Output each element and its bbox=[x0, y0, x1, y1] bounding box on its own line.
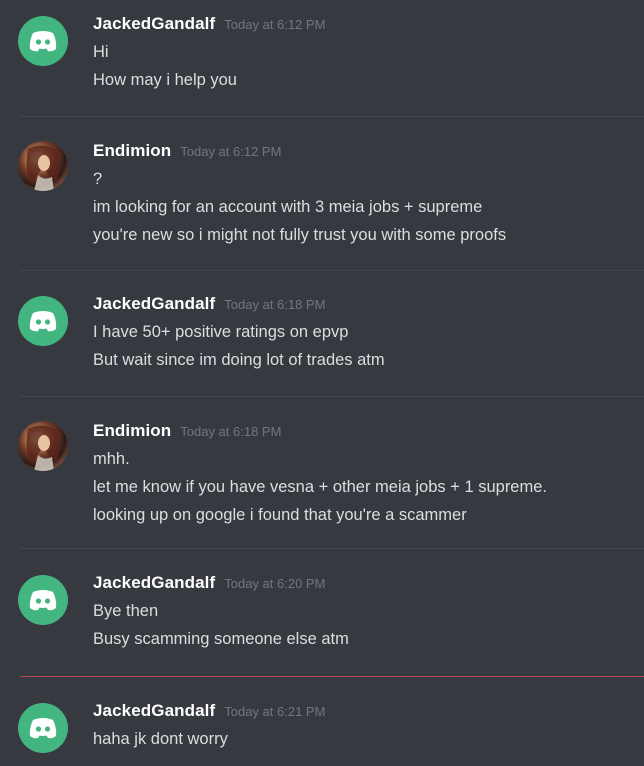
message-text: you're new so i might not fully trust yo… bbox=[93, 226, 507, 244]
discord-logo-icon bbox=[29, 590, 57, 611]
timestamp: Today at 6:21 PM bbox=[224, 704, 326, 719]
message-text: I have 50+ positive ratings on epvp bbox=[93, 323, 349, 341]
avatar[interactable] bbox=[18, 16, 68, 66]
discord-logo-icon bbox=[29, 311, 57, 332]
user-avatar-icon bbox=[26, 425, 60, 471]
message-header: JackedGandalf Today at 6:12 PM bbox=[93, 14, 634, 38]
message-divider bbox=[20, 270, 644, 271]
message-group: JackedGandalf Today at 6:20 PM Bye then … bbox=[0, 573, 644, 653]
avatar[interactable] bbox=[18, 421, 68, 471]
message-header: JackedGandalf Today at 6:21 PM bbox=[93, 701, 634, 725]
message-text: ? bbox=[93, 170, 103, 188]
message-text: But wait since im doing lot of trades at… bbox=[93, 351, 385, 369]
message-header: Endimion Today at 6:12 PM bbox=[93, 141, 634, 165]
message-text: How may i help you bbox=[93, 71, 237, 89]
message-text: haha jk dont worry bbox=[93, 730, 228, 748]
message-text: Hi bbox=[93, 43, 109, 61]
author-name[interactable]: Endimion bbox=[93, 421, 171, 441]
avatar[interactable] bbox=[18, 703, 68, 753]
message-group: JackedGandalf Today at 6:21 PM haha jk d… bbox=[0, 701, 644, 753]
timestamp: Today at 6:12 PM bbox=[180, 144, 282, 159]
author-name[interactable]: JackedGandalf bbox=[93, 701, 215, 721]
message-text: mhh. bbox=[93, 450, 130, 468]
timestamp: Today at 6:18 PM bbox=[180, 424, 282, 439]
message-group: Endimion Today at 6:12 PM ? im looking f… bbox=[0, 141, 644, 249]
new-messages-divider bbox=[20, 676, 644, 677]
message-divider bbox=[20, 396, 644, 397]
chat-messages: JackedGandalf Today at 6:12 PM Hi How ma… bbox=[0, 0, 644, 766]
avatar[interactable] bbox=[18, 141, 68, 191]
message-text: let me know if you have vesna + other me… bbox=[93, 478, 547, 496]
message-divider bbox=[20, 116, 644, 117]
timestamp: Today at 6:12 PM bbox=[224, 17, 326, 32]
author-name[interactable]: JackedGandalf bbox=[93, 294, 215, 314]
timestamp: Today at 6:20 PM bbox=[224, 576, 326, 591]
timestamp: Today at 6:18 PM bbox=[224, 297, 326, 312]
message-text: looking up on google i found that you're… bbox=[93, 506, 467, 524]
message-group: Endimion Today at 6:18 PM mhh. let me kn… bbox=[0, 421, 644, 529]
message-header: JackedGandalf Today at 6:18 PM bbox=[93, 294, 634, 318]
message-group: JackedGandalf Today at 6:12 PM Hi How ma… bbox=[0, 14, 644, 94]
message-header: JackedGandalf Today at 6:20 PM bbox=[93, 573, 634, 597]
author-name[interactable]: JackedGandalf bbox=[93, 14, 215, 34]
message-divider bbox=[20, 548, 644, 549]
message-text: Bye then bbox=[93, 602, 159, 620]
message-text: Busy scamming someone else atm bbox=[93, 630, 349, 648]
message-group: JackedGandalf Today at 6:18 PM I have 50… bbox=[0, 294, 644, 374]
user-avatar-icon bbox=[26, 145, 60, 191]
message-header: Endimion Today at 6:18 PM bbox=[93, 421, 634, 445]
message-text: im looking for an account with 3 meia jo… bbox=[93, 198, 483, 216]
author-name[interactable]: Endimion bbox=[93, 141, 171, 161]
discord-logo-icon bbox=[29, 718, 57, 739]
author-name[interactable]: JackedGandalf bbox=[93, 573, 215, 593]
discord-logo-icon bbox=[29, 31, 57, 52]
avatar[interactable] bbox=[18, 575, 68, 625]
avatar[interactable] bbox=[18, 296, 68, 346]
